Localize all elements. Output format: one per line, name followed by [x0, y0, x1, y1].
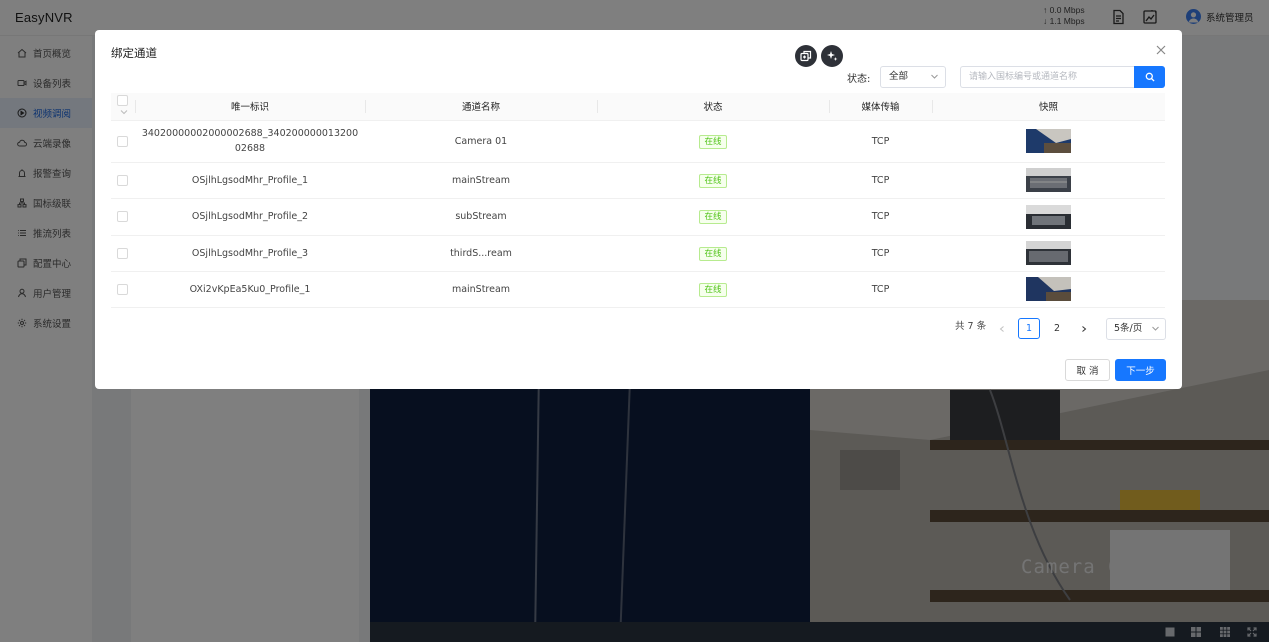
row-checkbox[interactable] [117, 211, 128, 222]
copy-button[interactable] [795, 45, 817, 67]
chevron-down-icon [1152, 326, 1159, 331]
chevron-right-icon [1082, 325, 1087, 332]
snapshot-thumbnail[interactable] [1026, 168, 1071, 192]
cancel-button[interactable]: 取 消 [1065, 359, 1110, 381]
status-filter-label: 状态: [847, 74, 871, 85]
table-row[interactable]: OSjlhLgsodMhr_Profile_3 thirdS...ream 在线… [111, 235, 1165, 272]
snapshot-thumbnail[interactable] [1026, 204, 1071, 229]
search-icon [1145, 72, 1155, 82]
next-page-button[interactable] [1073, 318, 1095, 339]
cell-status: 在线 [597, 271, 829, 308]
page-size-value: 5条/页 [1114, 323, 1143, 334]
chevron-down-icon [931, 74, 938, 79]
search-button[interactable] [1134, 66, 1165, 88]
cell-transport: TCP [829, 198, 932, 236]
search-input[interactable] [960, 66, 1135, 88]
cell-name: Camera 01 [365, 120, 597, 163]
copy-icon [800, 50, 812, 62]
cell-snapshot[interactable] [932, 162, 1165, 199]
channel-table: 唯一标识 通道名称 状态 媒体传输 快照 3402000000200000268… [111, 93, 1165, 308]
status-badge: 在线 [699, 173, 727, 188]
cell-id: OSjlhLgsodMhr_Profile_2 [135, 198, 365, 236]
table-header: 唯一标识 通道名称 状态 媒体传输 快照 [111, 93, 1165, 121]
select-all-cell[interactable] [111, 93, 135, 121]
column-header-id: 唯一标识 [135, 93, 365, 121]
column-header-transport: 媒体传输 [829, 93, 932, 121]
table-row[interactable]: 34020000002000002688_3402000000132000268… [111, 120, 1165, 163]
row-checkbox[interactable] [117, 135, 128, 147]
cell-name: subStream [365, 198, 597, 236]
dialog-title: 绑定通道 [111, 46, 157, 60]
table-row[interactable]: OXi2vKpEa5Ku0_Profile_1 mainStream 在线 TC… [111, 271, 1165, 308]
close-icon[interactable] [1154, 43, 1168, 57]
cell-id: 34020000002000002688_3402000000132000268… [135, 120, 365, 163]
cell-id: OXi2vKpEa5Ku0_Profile_1 [135, 271, 365, 308]
cell-status: 在线 [597, 120, 829, 163]
status-badge: 在线 [699, 246, 727, 261]
snapshot-thumbnail[interactable] [1026, 277, 1071, 301]
cell-transport: TCP [829, 162, 932, 199]
sparkle-icon [827, 51, 838, 61]
next-step-button[interactable]: 下一步 [1115, 359, 1166, 381]
status-badge: 在线 [699, 282, 727, 297]
prev-page-button[interactable] [991, 318, 1013, 339]
table-row[interactable]: OSjlhLgsodMhr_Profile_1 mainStream 在线 TC… [111, 162, 1165, 199]
cell-id: OSjlhLgsodMhr_Profile_1 [135, 162, 365, 199]
chevron-down-icon[interactable] [120, 108, 128, 116]
snapshot-thumbnail[interactable] [1026, 129, 1071, 153]
row-checkbox[interactable] [117, 174, 128, 186]
pagination-total: 共 7 条 [955, 321, 987, 332]
page-size-select[interactable]: 5条/页 [1106, 318, 1166, 340]
cell-name: thirdS...ream [365, 235, 597, 272]
cell-transport: TCP [829, 235, 932, 272]
status-select[interactable]: 全部 [880, 66, 946, 88]
cell-name: mainStream [365, 162, 597, 199]
table-row[interactable]: OSjlhLgsodMhr_Profile_2 subStream 在线 TCP [111, 198, 1165, 236]
cell-status: 在线 [597, 162, 829, 199]
column-header-status: 状态 [597, 93, 829, 121]
magic-button[interactable] [821, 45, 843, 67]
cell-transport: TCP [829, 271, 932, 308]
cell-id-text: 34020000002000002688_3402000000132000268… [141, 128, 359, 154]
column-header-snapshot: 快照 [932, 93, 1165, 121]
cell-snapshot[interactable] [932, 271, 1165, 308]
row-checkbox[interactable] [117, 283, 128, 295]
cell-id: OSjlhLgsodMhr_Profile_3 [135, 235, 365, 272]
cell-snapshot[interactable] [932, 120, 1165, 163]
cell-transport: TCP [829, 120, 932, 163]
page-1-button[interactable]: 1 [1018, 318, 1040, 339]
cell-snapshot[interactable] [932, 198, 1165, 236]
chevron-left-icon [999, 325, 1004, 332]
cell-snapshot[interactable] [932, 235, 1165, 272]
status-badge: 在线 [699, 210, 727, 224]
cell-status: 在线 [597, 235, 829, 272]
row-checkbox[interactable] [117, 247, 128, 259]
cell-status: 在线 [597, 198, 829, 236]
status-select-value: 全部 [889, 71, 909, 82]
cell-name: mainStream [365, 271, 597, 308]
status-badge: 在线 [699, 134, 727, 149]
column-header-name: 通道名称 [365, 93, 597, 121]
select-all-checkbox[interactable] [117, 95, 128, 107]
bind-channel-dialog: 绑定通道 状态: 全部 唯一标识 通道名称 状态 媒体传输 快照 [95, 30, 1182, 389]
snapshot-thumbnail[interactable] [1026, 241, 1071, 265]
page-2-button[interactable]: 2 [1046, 318, 1068, 339]
